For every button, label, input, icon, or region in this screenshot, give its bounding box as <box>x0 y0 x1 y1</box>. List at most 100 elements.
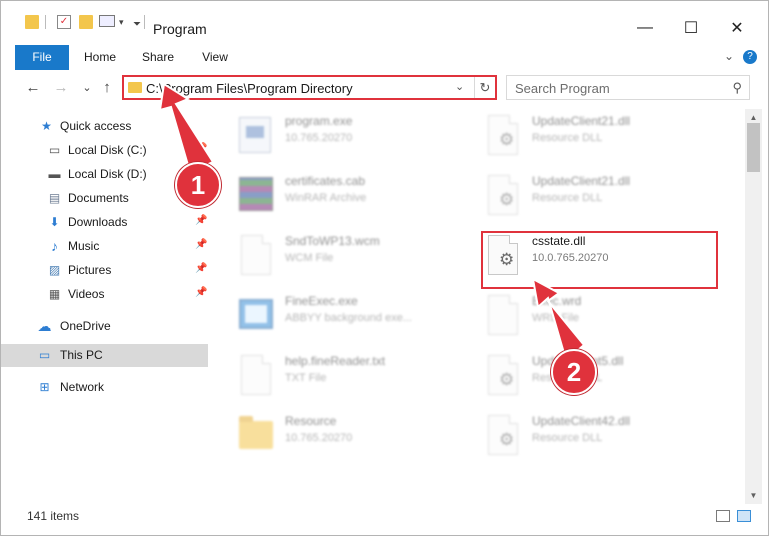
forward-button[interactable]: → <box>51 77 71 97</box>
address-bar[interactable]: C:\Program Files\Program Directory ⌄ ↻ <box>122 75 497 100</box>
tab-file[interactable]: File <box>15 45 69 70</box>
file-meta: 10.765.20270 <box>285 432 353 444</box>
sidebar-item-onedrive[interactable]: ☁ OneDrive <box>1 315 208 338</box>
file-explorer-window: ✓ ▾ ⏷ Program — ☐ ✕ File Home Share View… <box>0 0 769 536</box>
expand-ribbon-icon[interactable]: ⌄ <box>724 49 734 63</box>
sidebar-item-quick-access[interactable]: ★ Quick access <box>1 115 208 138</box>
folder-icon <box>25 15 39 29</box>
pin-icon: 📌 <box>195 287 208 298</box>
scroll-down-icon[interactable]: ▼ <box>745 487 762 504</box>
drive-icon: ▭ <box>48 143 61 157</box>
customize-toolbar-icon[interactable] <box>99 15 115 27</box>
tab-home[interactable]: Home <box>79 45 121 70</box>
up-button[interactable]: ↑ <box>97 77 117 97</box>
file-meta: TXT File <box>285 372 327 384</box>
sidebar-item-network[interactable]: ⊞ Network <box>1 376 208 399</box>
file-meta: WRD File <box>532 312 580 324</box>
file-meta: Resource DLL <box>532 192 603 204</box>
search-icon[interactable]: ⚲ <box>732 80 742 96</box>
file-name: SndToWP13.wcm <box>285 234 380 248</box>
file-meta: WinRAR Archive <box>285 192 367 204</box>
quick-access-menu-icon[interactable]: ⏷ <box>133 19 141 30</box>
tab-share[interactable]: Share <box>137 45 179 70</box>
toolbar-dropdown-icon[interactable]: ▾ <box>119 17 124 28</box>
navigation-pane: ★ Quick access ▭ Local Disk (C:) 📌 ▬ Loc… <box>1 109 209 504</box>
pictures-icon: ▨ <box>48 263 61 277</box>
search-input[interactable]: Search Program <box>515 81 610 96</box>
sidebar-item-local-disk-c[interactable]: ▭ Local Disk (C:) 📌 <box>1 139 208 162</box>
sidebar-item-label: Network <box>60 380 105 394</box>
file-list: program.exe 10.765.20270 ⚙ UpdateClient2… <box>210 109 745 504</box>
sidebar-item-label: Local Disk (C:) <box>68 143 147 157</box>
text-file-icon <box>235 353 277 397</box>
recent-locations-button[interactable]: ⌄ <box>77 77 97 97</box>
file-item[interactable]: certificates.cab WinRAR Archive <box>235 171 475 227</box>
tab-view[interactable]: View <box>194 45 236 70</box>
address-path[interactable]: C:\Program Files\Program Directory <box>146 81 353 96</box>
minimize-button[interactable]: — <box>622 13 668 43</box>
file-item[interactable]: ⚙ UpdateClient42.dll Resource DLL <box>482 411 722 467</box>
help-icon[interactable]: ? <box>743 50 757 64</box>
sidebar-item-music[interactable]: ♪ Music 📌 <box>1 235 208 258</box>
large-icons-view-icon[interactable] <box>737 510 751 522</box>
file-name: UpdateClient21.dll <box>532 114 631 128</box>
file-name: help.fineReader.txt <box>285 354 386 368</box>
up-arrow-icon: ↑ <box>103 78 111 96</box>
sidebar-item-this-pc[interactable]: ▭ This PC <box>1 344 208 367</box>
new-folder-icon[interactable] <box>79 15 93 29</box>
folder-icon <box>128 82 142 93</box>
pin-icon: 📌 <box>195 215 208 226</box>
file-meta: Resource DLL <box>532 132 603 144</box>
back-button[interactable]: ← <box>23 77 43 97</box>
file-name: program.exe <box>285 114 353 128</box>
minimize-icon: — <box>637 19 653 36</box>
pin-icon: 📌 <box>195 143 208 154</box>
scrollbar-thumb[interactable] <box>747 123 760 172</box>
file-item[interactable]: help.fineReader.txt TXT File <box>235 351 475 407</box>
file-item[interactable]: Exec.wrd WRD File <box>482 291 722 347</box>
close-button[interactable]: ✕ <box>714 13 760 43</box>
sidebar-item-downloads[interactable]: ⬇ Downloads 📌 <box>1 211 208 234</box>
music-icon: ♪ <box>51 238 58 254</box>
chevron-down-icon: ⌄ <box>82 81 92 94</box>
exe-icon <box>235 293 277 337</box>
file-item[interactable]: ⚙ UpdateClient21.dll Resource DLL <box>482 111 722 167</box>
folder-icon <box>235 413 277 457</box>
file-item[interactable]: ⚙ UpdateClient5.dll Resource DLL <box>482 351 722 407</box>
sidebar-item-pictures[interactable]: ▨ Pictures 📌 <box>1 259 208 282</box>
dll-icon: ⚙ <box>482 113 524 157</box>
details-view-icon[interactable] <box>716 510 730 522</box>
sidebar-item-label: This PC <box>60 348 103 362</box>
vertical-scrollbar[interactable]: ▲ ▼ <box>745 109 762 504</box>
file-name: Exec.wrd <box>532 294 582 308</box>
refresh-button[interactable]: ↻ <box>474 77 495 98</box>
search-box[interactable]: Search Program ⚲ <box>506 75 750 100</box>
program-icon <box>235 113 277 157</box>
file-meta: Resource DLL <box>532 432 603 444</box>
sidebar-item-label: Documents <box>68 191 129 205</box>
file-item[interactable]: ⚙ UpdateClient21.dll Resource DLL <box>482 171 722 227</box>
file-meta: ABBYY background exe... <box>285 312 412 324</box>
file-item[interactable]: program.exe 10.765.20270 <box>235 111 475 167</box>
file-item[interactable]: SndToWP13.wcm WCM File <box>235 231 475 287</box>
file-item[interactable]: Resource 10.765.20270 <box>235 411 475 467</box>
file-icon <box>235 233 277 277</box>
sidebar-item-label: Videos <box>68 287 105 301</box>
cloud-icon: ☁ <box>37 317 52 334</box>
sidebar-item-label: Music <box>68 239 100 253</box>
navigation-bar: ← → ⌄ ↑ C:\Program Files\Program Directo… <box>1 71 768 103</box>
sidebar-item-label: Pictures <box>68 263 112 277</box>
sidebar-item-videos[interactable]: ▦ Videos 📌 <box>1 283 208 306</box>
maximize-button[interactable]: ☐ <box>668 13 714 43</box>
file-meta: 10.765.20270 <box>285 132 353 144</box>
dll-icon: ⚙ <box>482 173 524 217</box>
address-dropdown-icon[interactable]: ⌄ <box>455 80 464 93</box>
status-bar: 141 items <box>1 505 768 527</box>
document-icon: ▤ <box>48 191 61 205</box>
file-name: FineExec.exe <box>285 294 358 308</box>
sidebar-item-label: Local Disk (D:) <box>68 167 147 181</box>
properties-icon[interactable]: ✓ <box>57 15 71 29</box>
separator <box>144 15 145 29</box>
file-item[interactable]: FineExec.exe ABBYY background exe... <box>235 291 475 347</box>
file-name: UpdateClient42.dll <box>532 414 631 428</box>
